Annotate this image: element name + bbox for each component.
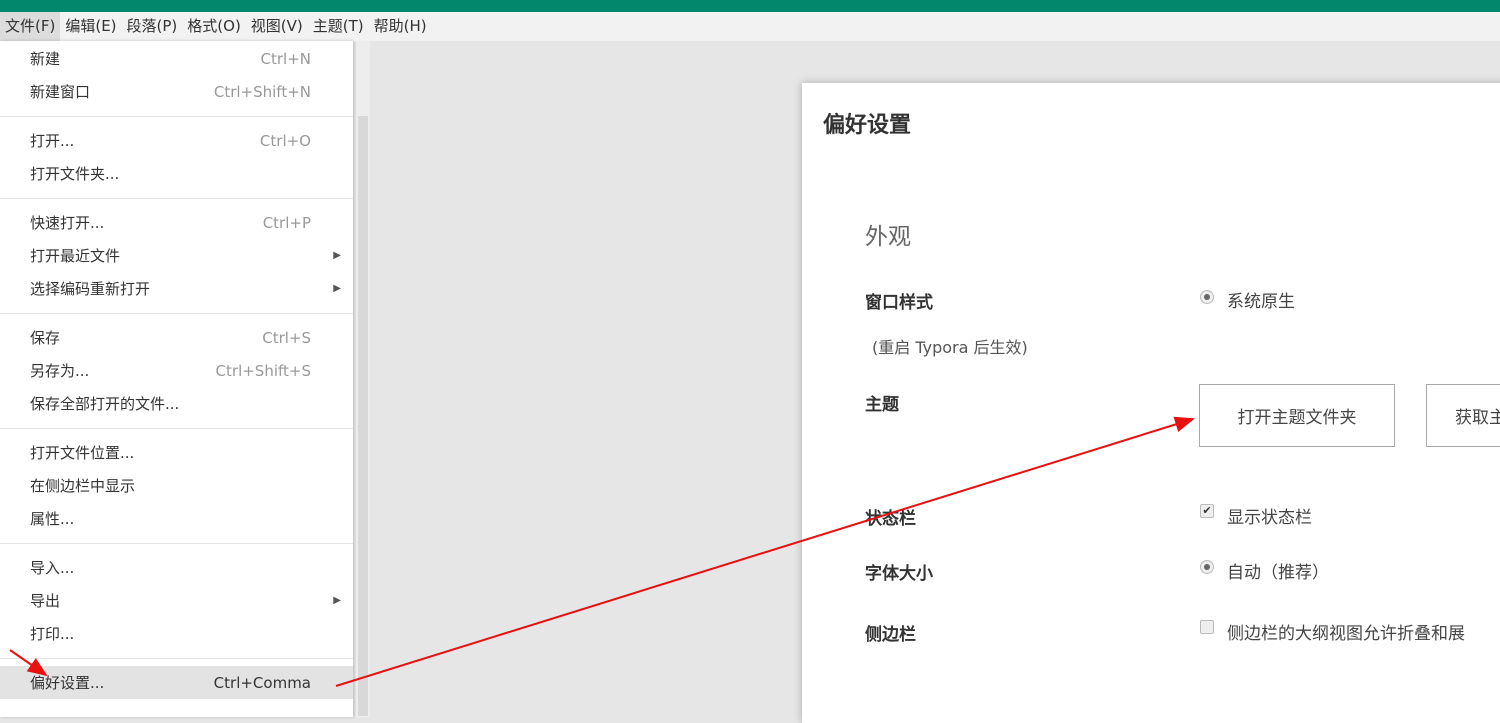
open-theme-folder-button[interactable]: 打开主题文件夹 <box>1199 384 1395 447</box>
menu-view[interactable]: 视图(V) <box>246 12 308 41</box>
submenu-arrow-icon: ▶ <box>333 283 341 294</box>
file-menu-item[interactable]: 打开最近文件 ▶ <box>0 239 353 272</box>
menu-separator <box>0 428 353 429</box>
menu-item-shortcut: Ctrl+N <box>260 49 311 68</box>
scrollbar[interactable] <box>356 41 370 717</box>
radio-auto-font[interactable] <box>1200 560 1214 574</box>
menu-separator <box>0 313 353 314</box>
menu-item-label: 新建窗口 <box>30 83 91 101</box>
menu-item-label: 打开文件位置... <box>30 444 135 462</box>
get-themes-button[interactable]: 获取主 <box>1426 384 1500 447</box>
menu-item-label: 偏好设置... <box>30 674 105 692</box>
preferences-dialog: 偏好设置 外观 窗口样式 (重启 Typora 后生效) 系统原生 主题 打开主… <box>802 83 1500 723</box>
menu-separator <box>0 543 353 544</box>
window-style-label: 窗口样式 <box>865 293 933 313</box>
menu-item-label: 打开最近文件 <box>30 247 121 265</box>
menu-separator <box>0 658 353 659</box>
scrollbar-thumb[interactable] <box>358 116 368 716</box>
file-menu-item[interactable]: 属性... <box>0 502 353 535</box>
menu-item-label: 打开... <box>30 132 75 150</box>
file-menu-item[interactable]: 打开文件夹... <box>0 157 353 190</box>
menu-item-label: 导入... <box>30 559 75 577</box>
menu-item-label: 打开文件夹... <box>30 165 120 183</box>
theme-label: 主题 <box>865 395 899 415</box>
sidebar-label: 侧边栏 <box>865 625 916 645</box>
submenu-arrow-icon: ▶ <box>333 595 341 606</box>
section-heading: 外观 <box>865 224 911 250</box>
menu-item-label: 保存 <box>30 329 61 347</box>
menu-item-label: 新建 <box>30 50 61 68</box>
menu-separator <box>0 116 353 117</box>
menu-separator <box>0 198 353 199</box>
statusbar-label: 状态栏 <box>865 509 916 529</box>
menu-item-label: 保存全部打开的文件... <box>30 395 180 413</box>
menu-item-label: 快速打开... <box>30 214 105 232</box>
menu-item-label: 属性... <box>30 510 75 528</box>
menu-item-shortcut: Ctrl+P <box>262 213 311 232</box>
file-menu-item[interactable]: 保存 Ctrl+S <box>0 321 353 354</box>
menu-item-shortcut: Ctrl+Shift+S <box>215 361 311 380</box>
file-menu-item[interactable]: 导出 ▶ <box>0 584 353 617</box>
file-menu-item[interactable]: 保存全部打开的文件... <box>0 387 353 420</box>
sidebar-option-label: 侧边栏的大纲视图允许折叠和展 <box>1227 624 1465 644</box>
native-option-label: 系统原生 <box>1227 292 1295 312</box>
radio-native[interactable] <box>1200 290 1214 304</box>
menu-item-shortcut: Ctrl+Comma <box>213 673 311 692</box>
menu-theme[interactable]: 主题(T) <box>308 12 369 41</box>
menu-format[interactable]: 格式(O) <box>182 12 246 41</box>
menu-edit[interactable]: 编辑(E) <box>60 12 121 41</box>
menu-item-label: 另存为... <box>30 362 90 380</box>
submenu-arrow-icon: ▶ <box>333 250 341 261</box>
menu-bar: 文件(F) 编辑(E) 段落(P) 格式(O) 视图(V) 主题(T) 帮助(H… <box>0 12 1500 41</box>
window-style-note: (重启 Typora 后生效) <box>872 338 1028 357</box>
sidebar-outline-checkbox[interactable] <box>1200 620 1214 634</box>
menu-item-label: 导出 <box>30 592 61 610</box>
file-menu-item[interactable]: 另存为... Ctrl+Shift+S <box>0 354 353 387</box>
font-auto-option-label: 自动（推荐） <box>1227 563 1329 583</box>
font-size-label: 字体大小 <box>865 564 933 584</box>
menu-item-label: 选择编码重新打开 <box>30 280 151 298</box>
menu-item-label: 在侧边栏中显示 <box>30 477 136 495</box>
file-menu-item[interactable]: 导入... <box>0 551 353 584</box>
file-menu-item[interactable]: 打印... <box>0 617 353 650</box>
file-menu-item[interactable]: 选择编码重新打开 ▶ <box>0 272 353 305</box>
file-menu-item[interactable]: 快速打开... Ctrl+P <box>0 206 353 239</box>
statusbar-option-label: 显示状态栏 <box>1227 508 1312 528</box>
menu-item-shortcut: Ctrl+S <box>262 328 311 347</box>
menu-file[interactable]: 文件(F) <box>0 12 61 41</box>
file-menu-item[interactable]: 打开文件位置... <box>0 436 353 469</box>
file-menu-item[interactable]: 偏好设置... Ctrl+Comma <box>0 666 353 699</box>
menu-paragraph[interactable]: 段落(P) <box>122 12 183 41</box>
file-menu-item[interactable]: 新建窗口 Ctrl+Shift+N <box>0 75 353 108</box>
file-menu-item[interactable]: 打开... Ctrl+O <box>0 124 353 157</box>
menu-item-shortcut: Ctrl+Shift+N <box>213 82 311 101</box>
statusbar-checkbox[interactable]: ✔ <box>1200 504 1214 518</box>
file-menu-dropdown: 新建 Ctrl+N 新建窗口 Ctrl+Shift+N 打开... Ctrl+O 打开文件夹… <box>0 41 353 717</box>
menu-help[interactable]: 帮助(H) <box>369 12 432 41</box>
dialog-title: 偏好设置 <box>823 113 912 138</box>
file-menu-item[interactable]: 新建 Ctrl+N <box>0 42 353 75</box>
title-bar <box>0 0 1500 12</box>
menu-item-shortcut: Ctrl+O <box>259 131 311 150</box>
file-menu-item[interactable]: 在侧边栏中显示 <box>0 469 353 502</box>
menu-item-label: 打印... <box>30 625 75 643</box>
